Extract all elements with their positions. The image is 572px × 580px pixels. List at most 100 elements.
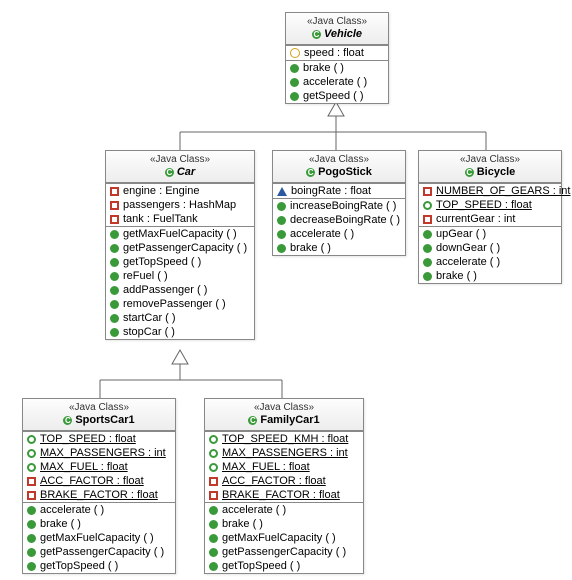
green-dot-icon [110,314,119,323]
member-text: getSpeed ( ) [303,90,364,102]
member-text: brake ( ) [222,518,263,530]
class-name: SportsCar1 [75,414,134,427]
green-ring-icon [209,449,218,458]
operation-row: getTopSpeed ( ) [23,559,175,573]
member-text: tank : FuelTank [123,213,198,225]
class-familycar1: «Java Class»CFamilyCar1 TOP_SPEED_KMH : f… [204,398,364,574]
operation-row: getPassengerCapacity ( ) [205,545,363,559]
member-text: NUMBER_OF_GEARS : int [436,185,570,197]
operation-row: brake ( ) [23,517,175,531]
attribute-compartment: TOP_SPEED : floatMAX_PASSENGERS : intMAX… [23,431,175,502]
member-text: MAX_FUEL : float [222,461,310,473]
member-text: engine : Engine [123,185,199,197]
class-icon: C [63,416,72,425]
operation-compartment: accelerate ( ) brake ( )getMaxFuelCapacit… [23,502,175,573]
attribute-compartment: NUMBER_OF_GEARS : intTOP_SPEED : floatcu… [419,183,561,226]
attribute-row: TOP_SPEED_KMH : float [205,432,363,446]
member-text: accelerate ( ) [40,504,104,516]
operation-row: getMaxFuelCapacity ( ) [106,227,254,241]
green-dot-icon [27,548,36,557]
operation-row: increaseBoingRate ( ) [273,199,405,213]
green-dot-icon [110,328,119,337]
green-dot-icon [423,258,432,267]
green-dot-icon [209,506,218,515]
member-text: increaseBoingRate ( ) [290,200,396,212]
class-header: «Java Class»CFamilyCar1 [205,399,363,431]
member-text: BRAKE_FACTOR : float [222,489,340,501]
operation-row: getMaxFuelCapacity ( ) [205,531,363,545]
member-text: getTopSpeed ( ) [123,256,201,268]
operation-row: getTopSpeed ( ) [106,255,254,269]
green-dot-icon [423,244,432,253]
class-bicycle: «Java Class»CBicycleNUMBER_OF_GEARS : in… [418,150,562,284]
class-pogostick: «Java Class»CPogoStickboingRate : floati… [272,150,406,256]
attribute-row: ACC_FACTOR : float [23,474,175,488]
class-header: «Java Class» CSportsCar1 [23,399,175,431]
operation-row: getMaxFuelCapacity ( ) [23,531,175,545]
operation-row: decreaseBoingRate ( ) [273,213,405,227]
member-text: boingRate : float [291,185,371,197]
class-header: «Java Class»CPogoStick [273,151,405,183]
operation-row: getSpeed ( ) [286,89,388,103]
attribute-compartment: engine : Enginepassengers : HashMaptank … [106,183,254,226]
green-dot-icon [110,230,119,239]
green-dot-icon [110,244,119,253]
green-ring-icon [27,463,36,472]
operation-row: brake ( ) [205,517,363,531]
class-name: PogoStick [318,166,372,179]
operation-row: downGear ( ) [419,241,561,255]
stereotype-label: «Java Class» [29,402,169,414]
operation-compartment: getMaxFuelCapacity ( ) getPassengerCapaci… [106,226,254,339]
member-text: TOP_SPEED_KMH : float [222,433,348,445]
red-sq-icon [110,215,119,224]
class-icon: C [312,30,321,39]
member-text: getTopSpeed ( ) [40,560,118,572]
stereotype-label: «Java Class» [211,402,357,414]
member-text: MAX_PASSENGERS : int [40,447,166,459]
class-header: «Java Class»CVehicle [286,13,388,45]
member-text: brake ( ) [436,270,477,282]
operation-row: reFuel ( ) [106,269,254,283]
green-dot-icon [290,64,299,73]
member-text: BRAKE_FACTOR : float [40,489,158,501]
stereotype-label: «Java Class» [292,16,382,28]
operation-row: removePassenger ( ) [106,297,254,311]
attribute-row: boingRate : float [273,184,405,198]
attribute-row: engine : Engine [106,184,254,198]
operation-row: startCar ( ) [106,311,254,325]
operation-row: stopCar ( ) [106,325,254,339]
attribute-row: NUMBER_OF_GEARS : int [419,184,561,198]
member-text: brake ( ) [40,518,81,530]
member-text: getMaxFuelCapacity ( ) [123,228,237,240]
member-text: getPassengerCapacity ( ) [123,242,247,254]
member-text: upGear ( ) [436,228,486,240]
red-sq-icon [423,187,432,196]
attribute-compartment: boingRate : float [273,183,405,198]
operation-compartment: accelerate ( )brake ( )getMaxFuelCapacit… [205,502,363,573]
operation-row: brake ( ) [286,61,388,75]
operation-compartment: increaseBoingRate ( ) decreaseBoingRate (… [273,198,405,255]
green-dot-icon [277,216,286,225]
member-text: accelerate ( ) [303,76,367,88]
member-text: decreaseBoingRate ( ) [290,214,400,226]
attribute-row: passengers : HashMap [106,198,254,212]
operation-row: getTopSpeed ( ) [205,559,363,573]
member-text: TOP_SPEED : float [436,199,532,211]
red-sq-icon [423,215,432,224]
operation-compartment: brake ( ) accelerate ( ) getSpeed ( ) [286,60,388,103]
operation-row: getPassengerCapacity ( ) [23,545,175,559]
member-text: brake ( ) [303,62,344,74]
member-text: stopCar ( ) [123,326,175,338]
operation-row: accelerate ( ) [205,503,363,517]
attribute-row: MAX_FUEL : float [23,460,175,474]
operation-row: accelerate ( ) [273,227,405,241]
green-dot-icon [209,562,218,571]
green-dot-icon [110,300,119,309]
green-dot-icon [423,230,432,239]
red-sq-icon [209,477,218,486]
attribute-row: ACC_FACTOR : float [205,474,363,488]
green-dot-icon [209,534,218,543]
member-text: speed : float [304,47,364,59]
attribute-row: BRAKE_FACTOR : float [205,488,363,502]
attribute-row: MAX_FUEL : float [205,460,363,474]
